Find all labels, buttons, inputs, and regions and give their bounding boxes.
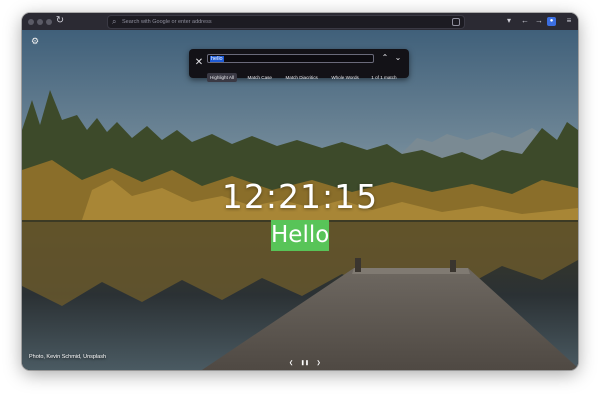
clock: 12:21:15 (221, 177, 379, 216)
address-bar-placeholder: Search with Google or enter address (122, 19, 212, 25)
reader-view-icon[interactable] (452, 18, 460, 26)
find-input[interactable]: hello (207, 54, 374, 63)
gear-icon[interactable]: ⚙ (30, 36, 40, 46)
reload-icon[interactable]: ↻ (54, 15, 66, 27)
shield-icon[interactable]: ▾ (503, 15, 515, 27)
browser-toolbar: ↻ ⌕ Search with Google or enter address … (22, 13, 578, 30)
close-window-button[interactable] (28, 19, 34, 25)
close-icon[interactable]: ✕ (194, 57, 204, 69)
match-diacritics-toggle[interactable]: Match Diacritics (282, 73, 320, 82)
match-count: 1 of 1 match (371, 75, 397, 80)
chevron-down-icon[interactable]: ⌄ (393, 53, 403, 63)
greeting-highlighted: Hello (271, 220, 329, 251)
find-options: Highlight All Match Case Match Diacritic… (207, 66, 399, 82)
match-case-toggle[interactable]: Match Case (244, 73, 275, 82)
browser-window: ↻ ⌕ Search with Google or enter address … (22, 13, 578, 370)
whole-words-toggle[interactable]: Whole Words (328, 73, 362, 82)
photo-controls: ❮ ❚❚ ❯ (289, 351, 324, 366)
menu-icon[interactable]: ≡ (563, 15, 575, 27)
search-icon: ⌕ (112, 17, 117, 26)
minimize-window-button[interactable] (37, 19, 43, 25)
chevron-up-icon[interactable]: ⌃ (380, 53, 390, 63)
zoom-window-button[interactable] (46, 19, 52, 25)
new-tab-page: ⚙ ✕ hello ⌃ ⌄ Highlight All Match Case M… (22, 30, 578, 370)
chevron-right-icon[interactable]: ❯ (317, 358, 321, 368)
chevron-left-icon[interactable]: ❮ (289, 358, 293, 368)
address-bar[interactable]: ⌕ Search with Google or enter address (107, 15, 465, 29)
forward-icon[interactable]: → (533, 15, 545, 27)
extension-icon[interactable]: ● (547, 17, 556, 26)
find-in-page-bar: ✕ hello ⌃ ⌄ Highlight All Match Case Mat… (189, 49, 409, 82)
back-icon[interactable]: ← (519, 15, 531, 27)
highlight-all-toggle[interactable]: Highlight All (207, 73, 238, 82)
pause-icon[interactable]: ❚❚ (301, 358, 309, 368)
photo-credit[interactable]: Photo, Kevin Schmid, Unsplash (29, 354, 106, 360)
find-query-text: hello (210, 56, 224, 62)
